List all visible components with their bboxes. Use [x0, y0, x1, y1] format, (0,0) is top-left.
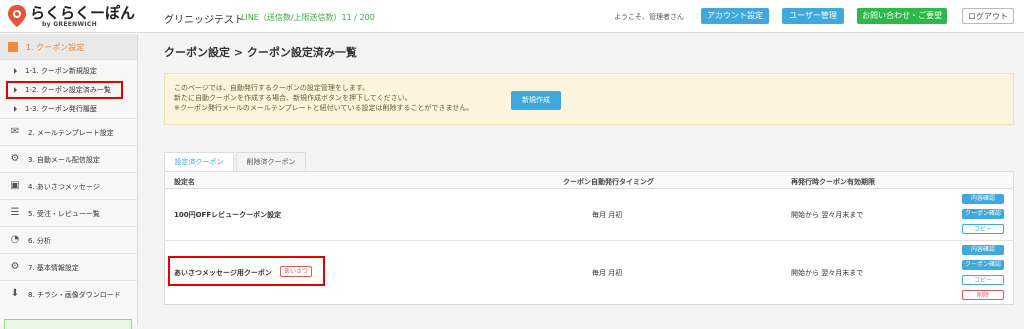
column-header-expiry: 再発行時クーポン有効期限 — [791, 178, 875, 186]
info-line: 新たに自動クーポンを作成する場合、新規作成ボタンを押下してください。 — [174, 94, 412, 102]
sidebar-subitem-new-coupon[interactable]: 1-1. クーポン新規設定 — [14, 66, 97, 76]
logo-subtext: by GREENWICH — [42, 21, 97, 28]
sidebar-item-label: 1. クーポン設定 — [26, 43, 85, 52]
view-content-button[interactable]: 内容確認 — [962, 194, 1004, 204]
tab-deleted-coupons[interactable]: 削除済クーポン — [236, 152, 306, 172]
arrow-right-icon — [14, 68, 17, 74]
gear-icon: ⚙ — [10, 261, 20, 272]
top-bar: らくらくーぽん by GREENWICH グリニッジテスト LINE（送信数/上… — [0, 0, 1024, 33]
sidebar-item-mail-template[interactable]: ✉ 2. メールテンプレート設定 — [0, 118, 137, 145]
sidebar-item-basic-settings[interactable]: ⚙ 7. 基本情報設定 — [0, 253, 137, 280]
sidebar-item-auto-mail[interactable]: ⚙ 3. 自動メール配信設定 — [0, 145, 137, 172]
arrow-right-icon — [14, 106, 17, 112]
logo-mark-icon — [8, 5, 26, 27]
new-coupon-button[interactable]: 新規作成 — [511, 91, 561, 110]
coupon-icon — [8, 42, 18, 52]
sidebar-banner[interactable] — [4, 319, 132, 329]
copy-button[interactable]: コピー — [962, 275, 1004, 285]
sidebar-item-coupon-settings[interactable]: 1. クーポン設定 — [0, 34, 137, 60]
delete-button[interactable]: 削除 — [962, 290, 1004, 300]
info-line: ※クーポン発行メールのメールテンプレートと紐付いている設定は削除することができま… — [174, 104, 474, 112]
column-header-timing: クーポン自動発行タイミング — [563, 178, 654, 186]
sidebar-item-orders-reviews[interactable]: ☰ 5. 受注・レビュー一覧 — [0, 199, 137, 226]
tab-active-coupons[interactable]: 設定済クーポン — [164, 152, 234, 172]
pie-icon: ◔ — [10, 234, 20, 245]
account-settings-button[interactable]: アカウント設定 — [701, 8, 769, 24]
table-row: あいさつメッセージ用クーポン あいさつ 毎月 月初 開始から 翌々月末まで 内容… — [165, 241, 1013, 305]
highlight-box-row — [168, 256, 325, 286]
user-management-button[interactable]: ユーザー管理 — [782, 8, 844, 24]
column-header-name: 設定名 — [174, 178, 195, 186]
coupon-timing: 毎月 月初 — [592, 211, 623, 219]
logout-button[interactable]: ログアウト — [962, 8, 1014, 24]
page-title: クーポン設定 > クーポン設定済み一覧 — [164, 46, 357, 59]
sidebar: 1. クーポン設定 1-1. クーポン新規設定 1-2. クーポン設定済み一覧 … — [0, 34, 138, 329]
logo-text: らくらくーぽん — [30, 4, 136, 22]
sidebar-item-flyer-download[interactable]: ⬇ 8. チラシ・画像ダウンロード — [0, 280, 137, 307]
info-line: このページでは、自動発行するクーポンの設定管理をします。 — [174, 84, 370, 92]
table-row: 100円OFFレビュークーポン設定 毎月 月初 開始から 翌々月末まで 内容確認… — [165, 189, 1013, 241]
view-coupon-button[interactable]: クーポン確認 — [962, 209, 1004, 219]
sidebar-item-greeting-message[interactable]: ▣ 4. あいさつメッセージ — [0, 172, 137, 199]
table-header: 設定名 クーポン自動発行タイミング 再発行時クーポン有効期限 — [165, 172, 1013, 189]
download-icon: ⬇ — [10, 288, 20, 299]
welcome-text: ようこそ、管理者さん — [614, 13, 684, 21]
info-box: このページでは、自動発行するクーポンの設定管理をします。 新たに自動クーポンを作… — [164, 73, 1014, 125]
line-send-count: LINE（送信数/上限送信数）11 / 200 — [241, 13, 375, 22]
sidebar-item-analysis[interactable]: ◔ 6. 分析 — [0, 226, 137, 253]
view-content-button[interactable]: 内容確認 — [962, 245, 1004, 255]
sidebar-subitem-coupon-history[interactable]: 1-3. クーポン発行履歴 — [14, 104, 97, 114]
coupon-timing: 毎月 月初 — [592, 269, 623, 277]
coupon-expiry: 開始から 翌々月末まで — [791, 269, 864, 277]
mail-icon: ✉ — [10, 126, 20, 137]
contact-button[interactable]: お問い合わせ・ご要望 — [857, 8, 947, 24]
gears-icon: ⚙ — [10, 153, 20, 164]
copy-button[interactable]: コピー — [962, 224, 1004, 234]
coupon-table: 設定名 クーポン自動発行タイミング 再発行時クーポン有効期限 100円OFFレビ… — [164, 171, 1014, 305]
shop-name: グリニッジテスト — [164, 15, 244, 26]
list-icon: ☰ — [10, 207, 20, 218]
message-icon: ▣ — [10, 180, 20, 191]
coupon-name: 100円OFFレビュークーポン設定 — [174, 211, 282, 219]
view-coupon-button[interactable]: クーポン確認 — [962, 260, 1004, 270]
highlight-box-sidebar — [6, 81, 123, 99]
coupon-expiry: 開始から 翌々月末まで — [791, 211, 864, 219]
logo[interactable]: らくらくーぽん by GREENWICH — [8, 5, 138, 29]
